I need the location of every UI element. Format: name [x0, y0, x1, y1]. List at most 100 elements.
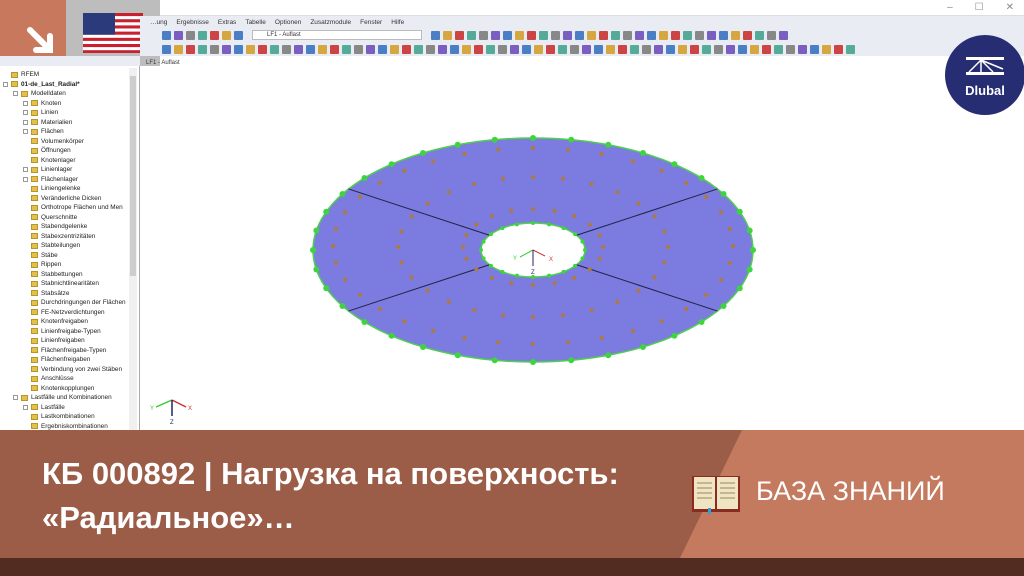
toolbar-button-icon[interactable]	[767, 30, 776, 40]
toolbar-button-icon[interactable]	[570, 44, 579, 54]
toolbar-button-icon[interactable]	[702, 44, 711, 54]
menu-optionen[interactable]: Optionen	[275, 19, 301, 26]
model-viewport[interactable]: Y X Z Y X Z	[140, 66, 1024, 430]
menu-item[interactable]: …ung	[150, 19, 167, 26]
toolbar-button-icon[interactable]	[210, 44, 219, 54]
toolbar-button-icon[interactable]	[750, 44, 759, 54]
toolbar-button-icon[interactable]	[738, 44, 747, 54]
toolbar-button-icon[interactable]	[402, 44, 411, 54]
tree-item[interactable]: Lastfälle und Kombinationen	[3, 393, 126, 403]
tree-item[interactable]: Materialien	[3, 118, 126, 128]
menu-hilfe[interactable]: Hilfe	[391, 19, 404, 26]
tree-item[interactable]: Stabnichtlinearitäten	[3, 279, 126, 289]
toolbar-button-icon[interactable]	[246, 44, 255, 54]
toolbar-button-icon[interactable]	[635, 30, 644, 40]
toolbar-button-icon[interactable]	[294, 44, 303, 54]
tree-item[interactable]: Knotenlager	[3, 156, 126, 166]
toolbar-button-icon[interactable]	[306, 44, 315, 54]
toolbar-button-icon[interactable]	[414, 44, 423, 54]
toolbar-button-icon[interactable]	[330, 44, 339, 54]
toolbar-button-icon[interactable]	[162, 30, 171, 40]
toolbar-button-icon[interactable]	[198, 44, 207, 54]
toolbar-button-icon[interactable]	[222, 44, 231, 54]
toolbar-button-icon[interactable]	[690, 44, 699, 54]
toolbar-button-icon[interactable]	[599, 30, 608, 40]
toolbar-button-icon[interactable]	[558, 44, 567, 54]
toolbar-button-icon[interactable]	[666, 44, 675, 54]
toolbar-button-icon[interactable]	[186, 44, 195, 54]
toolbar-button-icon[interactable]	[455, 30, 464, 40]
toolbar-button-icon[interactable]	[798, 44, 807, 54]
tree-item[interactable]: Orthotrope Flächen und Men	[3, 203, 126, 213]
tree-item[interactable]: Knotenkopplungen	[3, 384, 126, 394]
tree-item[interactable]: Volumenkörper	[3, 137, 126, 147]
toolbar-button-icon[interactable]	[707, 30, 716, 40]
toolbar-button-icon[interactable]	[647, 30, 656, 40]
toolbar-button-icon[interactable]	[378, 44, 387, 54]
toolbar-button-icon[interactable]	[342, 44, 351, 54]
toolbar-button-icon[interactable]	[546, 44, 555, 54]
toolbar-button-icon[interactable]	[575, 30, 584, 40]
toolbar-button-icon[interactable]	[678, 44, 687, 54]
toolbar-button-icon[interactable]	[611, 30, 620, 40]
toolbar-button-icon[interactable]	[450, 44, 459, 54]
tree-item[interactable]: Knoten	[3, 99, 126, 109]
toolbar-button-icon[interactable]	[491, 30, 500, 40]
toolbar-button-icon[interactable]	[234, 30, 243, 40]
load-case-select[interactable]: LF1 - Auflast	[252, 30, 422, 40]
toolbar-button-icon[interactable]	[582, 44, 591, 54]
menu-extras[interactable]: Extras	[218, 19, 236, 26]
toolbar-button-icon[interactable]	[539, 30, 548, 40]
expand-toggle-icon[interactable]	[23, 110, 28, 116]
expand-toggle-icon[interactable]	[23, 129, 28, 135]
tree-item[interactable]: Linienfreigaben	[3, 336, 126, 346]
toolbar-button-icon[interactable]	[834, 44, 843, 54]
expand-toggle-icon[interactable]	[23, 167, 28, 173]
tree-item[interactable]: Knotenfreigaben	[3, 317, 126, 327]
expand-toggle-icon[interactable]	[23, 100, 28, 106]
toolbar-button-icon[interactable]	[282, 44, 291, 54]
toolbar-button-icon[interactable]	[551, 30, 560, 40]
toolbar-button-icon[interactable]	[786, 44, 795, 54]
toolbar-button-icon[interactable]	[683, 30, 692, 40]
tree-item[interactable]: Flächenfreigaben	[3, 355, 126, 365]
tree-item[interactable]: Rippen	[3, 260, 126, 270]
toolbar-button-icon[interactable]	[270, 44, 279, 54]
close-button[interactable]: ✕	[1006, 2, 1014, 13]
toolbar-button-icon[interactable]	[762, 44, 771, 54]
toolbar-button-icon[interactable]	[222, 30, 231, 40]
toolbar-button-icon[interactable]	[258, 44, 267, 54]
tree-item[interactable]: Modelldaten	[3, 89, 126, 99]
toolbar-button-icon[interactable]	[234, 44, 243, 54]
scrollbar-thumb[interactable]	[130, 76, 136, 276]
tree-item[interactable]: RFEM	[3, 70, 126, 80]
toolbar-button-icon[interactable]	[174, 30, 183, 40]
toolbar-button-icon[interactable]	[606, 44, 615, 54]
toolbar-button-icon[interactable]	[498, 44, 507, 54]
tree-item[interactable]: Flächenlager	[3, 175, 126, 185]
toolbar-button-icon[interactable]	[671, 30, 680, 40]
toolbar-button-icon[interactable]	[318, 44, 327, 54]
toolbar-button-icon[interactable]	[174, 44, 183, 54]
expand-toggle-icon[interactable]	[13, 395, 18, 401]
toolbar-button-icon[interactable]	[515, 30, 524, 40]
tree-item[interactable]: Linienfreigabe-Typen	[3, 327, 126, 337]
tree-item[interactable]: Flächen	[3, 127, 126, 137]
tree-item[interactable]: Stabsätze	[3, 289, 126, 299]
expand-toggle-icon[interactable]	[23, 404, 28, 410]
tree-item[interactable]: Flächenfreigabe-Typen	[3, 346, 126, 356]
toolbar-button-icon[interactable]	[623, 30, 632, 40]
toolbar-button-icon[interactable]	[719, 30, 728, 40]
toolbar-button-icon[interactable]	[198, 30, 207, 40]
menu-tabelle[interactable]: Tabelle	[245, 19, 266, 26]
tree-item[interactable]: Öffnungen	[3, 146, 126, 156]
toolbar-button-icon[interactable]	[486, 44, 495, 54]
toolbar-button-icon[interactable]	[642, 44, 651, 54]
toolbar-button-icon[interactable]	[779, 30, 788, 40]
toolbar-button-icon[interactable]	[743, 30, 752, 40]
menu-zusatzmodule[interactable]: Zusatzmodule	[310, 19, 351, 26]
tree-item[interactable]: Verbindung von zwei Stäben	[3, 365, 126, 375]
tree-item[interactable]: Liniengelenke	[3, 184, 126, 194]
tree-item[interactable]: Stabbettungen	[3, 270, 126, 280]
toolbar-button-icon[interactable]	[534, 44, 543, 54]
